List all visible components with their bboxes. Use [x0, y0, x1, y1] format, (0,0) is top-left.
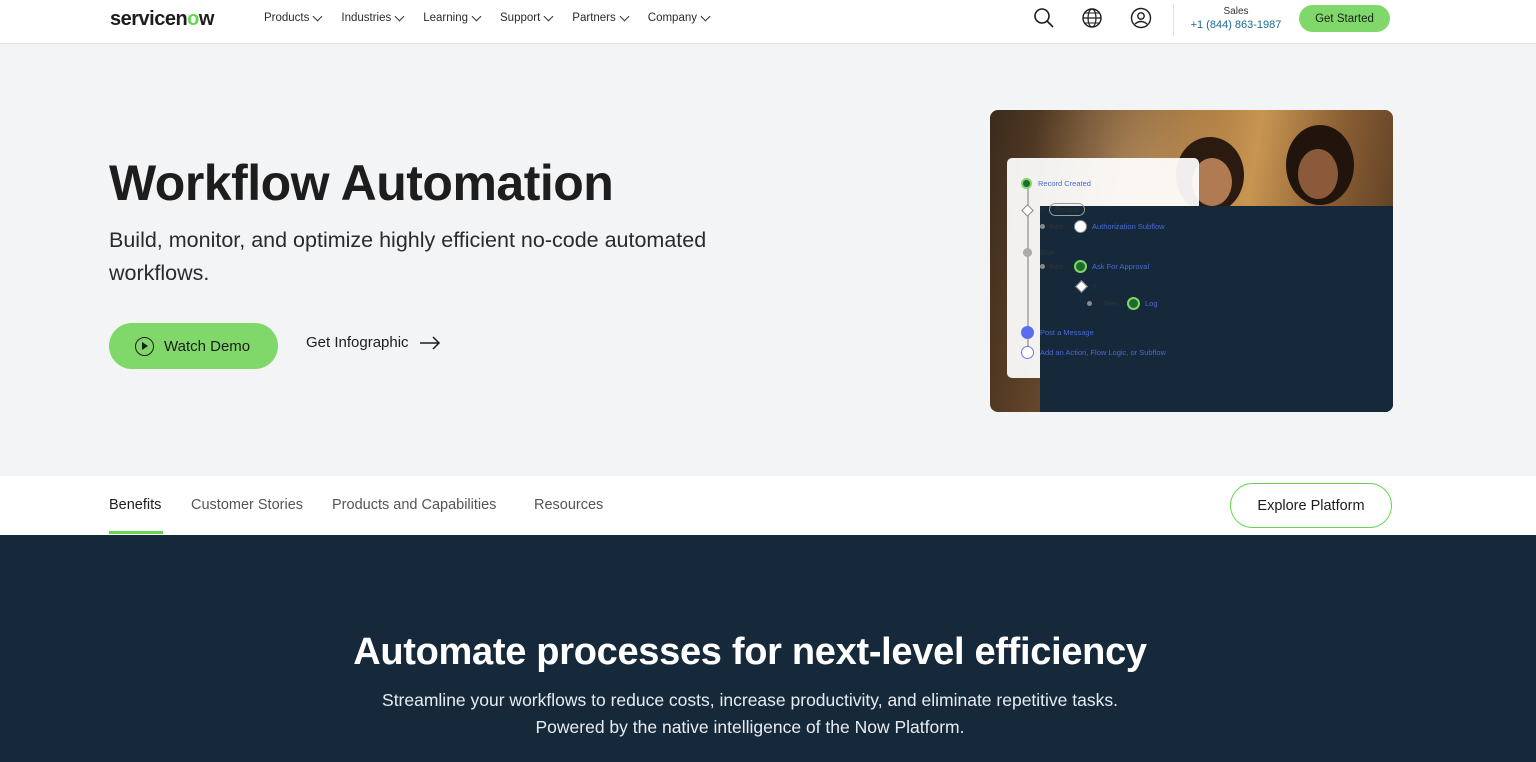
top-navigation: servicenow Products Industries Learning … — [0, 0, 1536, 44]
section-description-line: Powered by the native intelligence of th… — [535, 717, 965, 737]
flow-node-icon — [1127, 297, 1140, 310]
flow-dot — [1040, 224, 1045, 229]
flow-node-icon — [1074, 260, 1087, 273]
nav-label: Partners — [572, 12, 616, 24]
section-description-line: Streamline your workflows to reduce cost… — [382, 690, 1118, 710]
search-icon[interactable] — [1033, 7, 1055, 29]
nav-label: Products — [264, 12, 310, 24]
user-icon[interactable] — [1130, 7, 1152, 29]
flow-label: Add an Action, Flow Logic, or Subflow — [1040, 348, 1166, 357]
tab-benefits[interactable]: Benefits — [109, 497, 161, 513]
nav-products[interactable]: Products — [264, 11, 323, 24]
nav-partners[interactable]: Partners — [572, 11, 630, 24]
flow-label: Post a Message — [1040, 328, 1094, 337]
tab-products-capabilities[interactable]: Products and Capabilities — [332, 497, 496, 513]
nav-industries[interactable]: Industries — [341, 11, 405, 24]
flow-dot — [1087, 301, 1092, 306]
servicenow-logo[interactable]: servicenow — [110, 8, 214, 31]
main-menu: Products Industries Learning Support Par… — [264, 0, 711, 36]
benefits-section: Automate processes for next-level effici… — [0, 535, 1536, 762]
hero-image: Record Created If Record then Authorizat… — [990, 110, 1393, 412]
watch-demo-button[interactable]: Watch Demo — [109, 323, 278, 369]
nav-label: Learning — [423, 12, 469, 24]
nav-label: Company — [647, 12, 697, 24]
explore-platform-button[interactable]: Explore Platform — [1230, 483, 1392, 528]
chevron-down-icon — [543, 11, 554, 21]
active-tab-indicator — [109, 531, 163, 534]
flow-pill: Record — [1049, 203, 1086, 216]
sales-contact[interactable]: Sales +1 (844) 863-1987 — [1188, 6, 1284, 32]
get-infographic-link[interactable]: Get Infographic — [306, 334, 441, 351]
page-subnav: Benefits Customer Stories Products and C… — [0, 476, 1536, 535]
section-title: Automate processes for next-level effici… — [353, 631, 1147, 673]
watch-demo-label: Watch Demo — [164, 337, 251, 355]
nav-label: Support — [500, 12, 541, 24]
play-icon — [135, 336, 154, 356]
chevron-down-icon — [312, 11, 323, 21]
nav-learning[interactable]: Learning — [423, 11, 482, 24]
flow-label: Ask For Approval — [1092, 262, 1150, 271]
nav-label: Industries — [341, 12, 392, 24]
get-started-button[interactable]: Get Started — [1299, 5, 1390, 32]
chevron-down-icon — [394, 11, 405, 21]
condition-icon — [1021, 204, 1034, 217]
logo-text-end: w — [198, 8, 215, 30]
chevron-down-icon — [471, 11, 482, 21]
tab-resources[interactable]: Resources — [534, 497, 603, 513]
flow-node-icon — [1021, 178, 1032, 189]
chevron-down-icon — [700, 11, 711, 21]
flow-node-icon — [1023, 248, 1032, 257]
hero-section: Workflow Automation Build, monitor, and … — [0, 44, 1536, 476]
section-description: Streamline your workflows to reduce cost… — [0, 687, 1500, 741]
globe-icon[interactable] — [1081, 7, 1103, 29]
flow-node-icon — [1021, 326, 1034, 339]
page-title: Workflow Automation — [109, 155, 614, 211]
hero-subtitle: Build, monitor, and optimize highly effi… — [109, 228, 707, 285]
sales-phone[interactable]: +1 (844) 863-1987 — [1188, 18, 1284, 32]
flow-dot — [1040, 264, 1045, 269]
add-node-icon — [1021, 346, 1034, 359]
flow-label: Record Created — [1038, 179, 1091, 188]
get-infographic-label: Get Infographic — [306, 334, 409, 351]
logo-text: servicen — [110, 8, 188, 30]
flow-label: Log — [1145, 299, 1158, 308]
tab-customer-stories[interactable]: Customer Stories — [191, 497, 303, 513]
chevron-down-icon — [619, 11, 630, 21]
arrow-right-icon — [419, 335, 440, 350]
nav-divider — [1173, 4, 1174, 36]
flow-label: Authorization Subflow — [1092, 222, 1165, 231]
nav-support[interactable]: Support — [500, 11, 554, 24]
flow-node-icon — [1074, 220, 1087, 233]
flow-diagram-card: Record Created If Record then Authorizat… — [1007, 158, 1393, 412]
logo-text-o: o — [187, 8, 199, 30]
nav-company[interactable]: Company — [647, 11, 711, 24]
sales-label: Sales — [1223, 6, 1249, 17]
